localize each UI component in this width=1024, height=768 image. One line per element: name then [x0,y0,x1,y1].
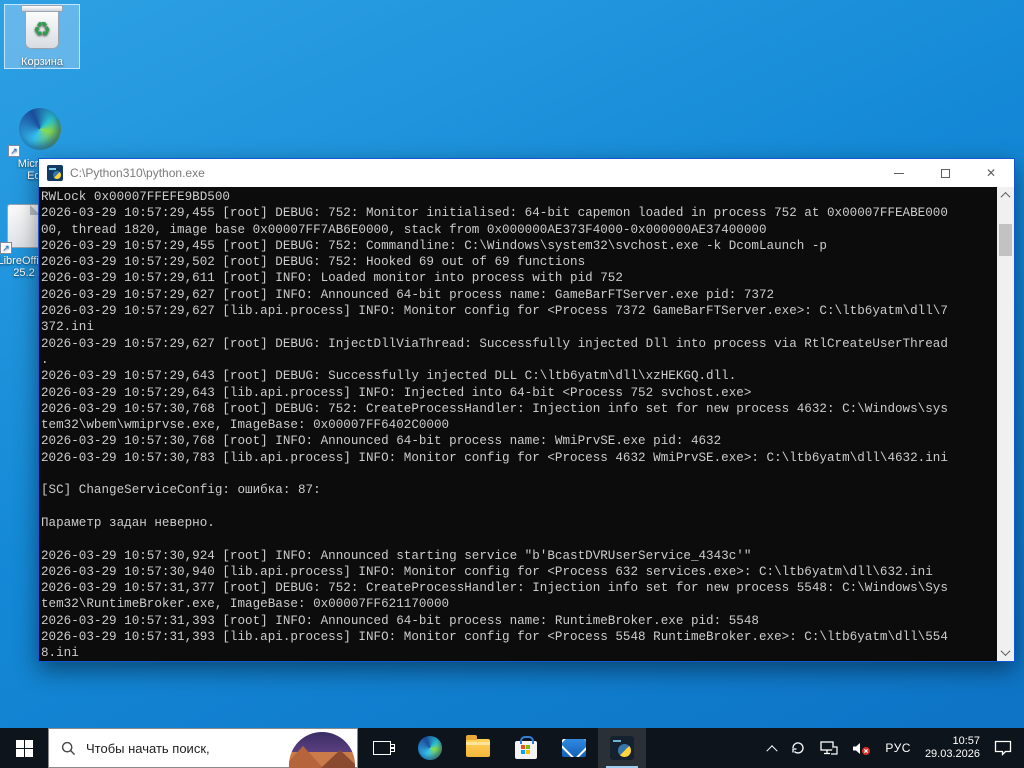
console-line: 2026-03-29 10:57:30,768 [root] INFO: Ann… [41,434,722,449]
console-line: 2026-03-29 10:57:29,455 [root] DEBUG: 75… [41,206,948,221]
console-line: 8.ini [41,646,79,661]
close-button[interactable]: ✕ [968,159,1014,187]
network-icon [820,741,839,755]
mail-icon [562,739,586,757]
edge-icon [418,736,442,760]
console-line: 2026-03-29 10:57:29,627 [root] DEBUG: In… [41,336,948,351]
scrollbar[interactable] [997,187,1014,661]
console-line: 2026-03-29 10:57:31,393 [lib.api.process… [41,630,948,645]
console-line: 2026-03-29 10:57:31,393 [root] INFO: Ann… [41,613,759,628]
search-icon [61,741,76,755]
scrollbar-track[interactable] [997,204,1014,644]
desktop-icon-label: Корзина [21,56,63,68]
tray-network-button[interactable] [813,728,845,768]
taskbar: Чтобы начать поиск, РУС 10:57 29.03.2026 [0,728,1024,768]
console-line: 2026-03-29 10:57:29,643 [root] DEBUG: Su… [41,369,737,384]
console-line: 2026-03-29 10:57:29,627 [lib.api.process… [41,304,948,319]
console-output[interactable]: RWLock 0x00007FFEFE9BD500 2026-03-29 10:5… [41,189,995,661]
console-line: Параметр задан неверно. [41,515,215,530]
task-view-icon [373,741,395,755]
tray-volume-button[interactable] [845,728,878,768]
file-explorer-button[interactable] [454,728,502,768]
taskbar-edge-button[interactable] [406,728,454,768]
search-placeholder: Чтобы начать поиск, [86,740,210,756]
action-center-button[interactable] [987,728,1024,768]
console-line: tem32\RuntimeBroker.exe, ImageBase: 0x00… [41,597,450,612]
python-console-taskbar-button[interactable] [598,728,646,768]
console-line: RWLock 0x00007FFEFE9BD500 [41,190,230,204]
scroll-up-arrow-icon[interactable] [997,187,1014,204]
chevron-up-icon [766,745,779,757]
console-line: 2026-03-29 10:57:30,924 [root] INFO: Ann… [41,548,752,563]
volume-muted-icon [853,742,871,755]
console-line: 2026-03-29 10:57:30,768 [root] DEBUG: 75… [41,401,948,416]
console-line: [SC] ChangeServiceConfig: ошибка: 87: [41,483,321,498]
console-line: 2026-03-29 10:57:31,377 [root] DEBUG: 75… [41,581,948,596]
scroll-down-arrow-icon[interactable] [997,644,1014,661]
console-line: 2026-03-29 10:57:29,627 [root] INFO: Ann… [41,287,775,302]
clock-time: 10:57 [952,735,980,747]
language-indicator[interactable]: РУС [878,728,918,768]
console-line: . [41,352,49,367]
tray-sync-button[interactable] [783,728,813,768]
start-button[interactable] [0,728,48,768]
titlebar[interactable]: C:\Python310\python.exe ✕ [39,159,1014,187]
console-line: 2026-03-29 10:57:30,783 [lib.api.process… [41,450,948,465]
python-console-icon [610,736,634,760]
clock-date: 29.03.2026 [924,748,980,760]
desktop-icon-recycle-bin[interactable]: ♻ Корзина [4,4,80,69]
console-window: C:\Python310\python.exe ✕ RWLock 0x00007… [38,158,1015,662]
task-view-button[interactable] [358,728,406,768]
console-line: 2026-03-29 10:57:29,455 [root] DEBUG: 75… [41,238,827,253]
notification-icon [994,740,1012,756]
edge-icon: ↗ [2,103,78,157]
console-line: 2026-03-29 10:57:30,940 [lib.api.process… [41,564,933,579]
search-box[interactable]: Чтобы начать поиск, [48,728,358,768]
console-app-icon [47,165,63,181]
console-line: 00, thread 1820, image base 0x00007FF7AB… [41,222,767,237]
console-line: tem32\wbem\wmiprvse.exe, ImageBase: 0x00… [41,418,450,433]
windows-logo-icon [15,739,33,757]
console-line: 2026-03-29 10:57:29,502 [root] DEBUG: 75… [41,255,586,270]
maximize-button[interactable] [922,159,968,187]
store-icon [515,736,537,759]
console-line: 2026-03-29 10:57:29,643 [lib.api.process… [41,385,752,400]
shortcut-arrow-icon: ↗ [0,242,12,254]
window-title: C:\Python310\python.exe [70,166,205,180]
mail-button[interactable] [550,728,598,768]
minimize-button[interactable] [876,159,922,187]
tray-expand-button[interactable] [761,728,783,768]
scrollbar-thumb[interactable] [999,224,1012,256]
sync-icon [792,742,805,754]
search-highlight-image[interactable] [289,732,355,768]
clock[interactable]: 10:57 29.03.2026 [918,728,987,768]
folder-icon [466,735,490,757]
console-line: 2026-03-29 10:57:29,611 [root] INFO: Loa… [41,271,623,286]
shortcut-arrow-icon: ↗ [8,145,20,157]
microsoft-store-button[interactable] [502,728,550,768]
console-line: 372.ini [41,320,94,335]
recycle-bin-icon: ♻ [5,5,79,53]
